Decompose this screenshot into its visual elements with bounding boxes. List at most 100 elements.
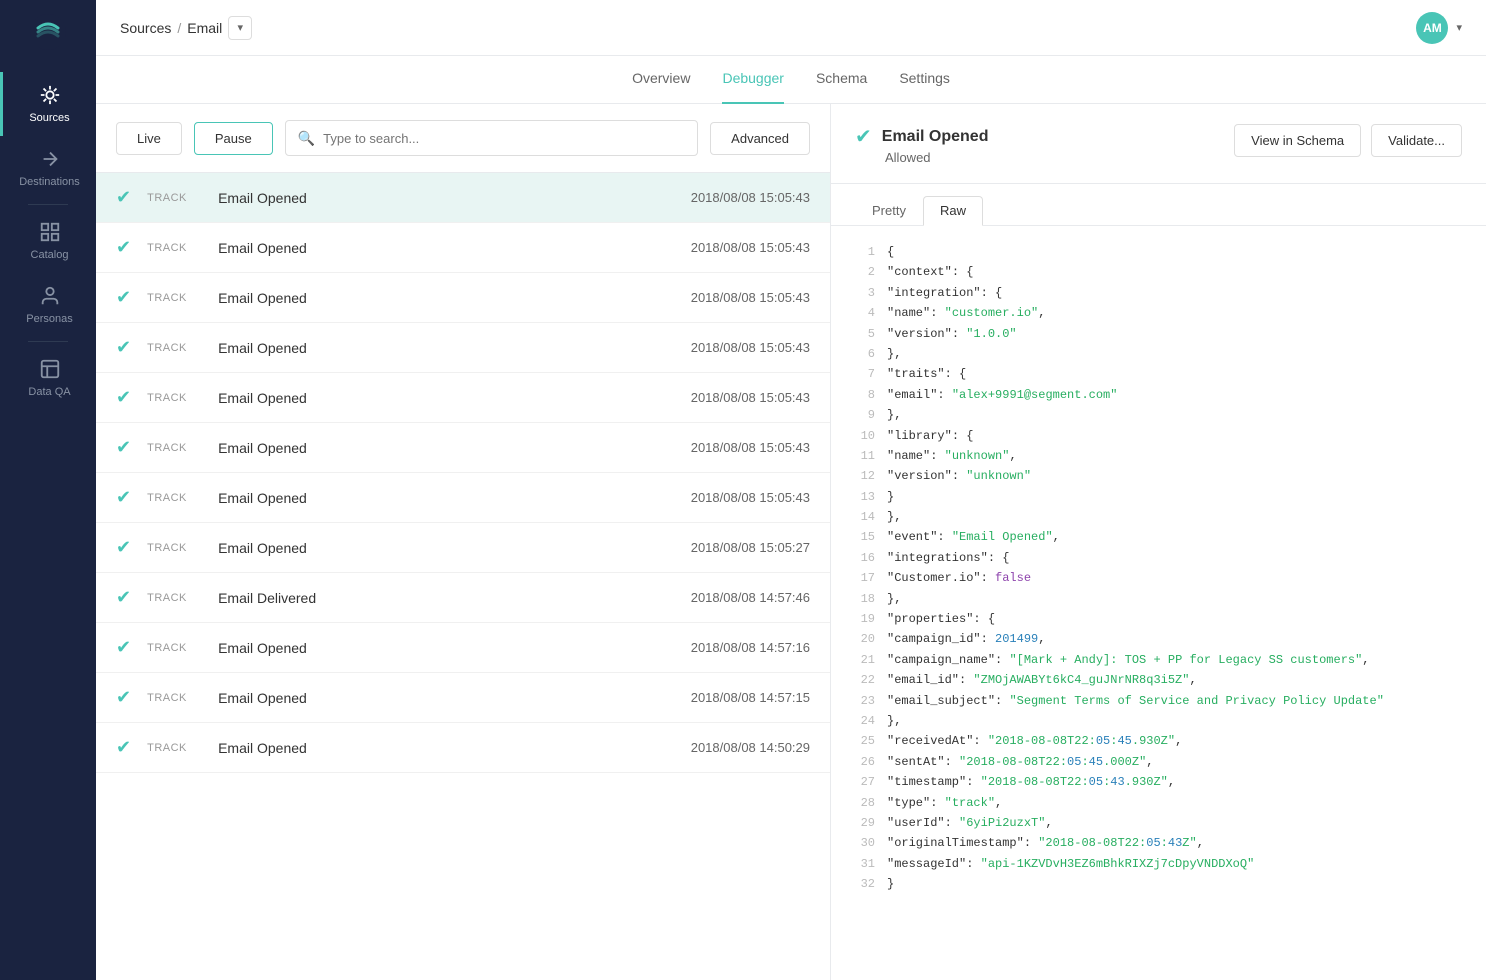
event-name: Email Opened	[218, 340, 675, 356]
user-chevron-icon[interactable]: ▾	[1456, 21, 1462, 34]
event-type: TRACK	[147, 592, 202, 604]
event-name: Email Delivered	[218, 590, 675, 606]
event-row[interactable]: ✔ TRACK Email Opened 2018/08/08 15:05:43	[96, 473, 830, 523]
event-type: TRACK	[147, 442, 202, 454]
tab-pretty[interactable]: Pretty	[855, 196, 923, 225]
tab-schema[interactable]: Schema	[816, 56, 867, 104]
user-section: AM ▾	[1416, 12, 1462, 44]
search-icon: 🔍	[298, 130, 315, 147]
search-wrapper: 🔍	[285, 120, 698, 156]
sidebar-divider-1	[28, 204, 68, 205]
event-name: Email Opened	[218, 390, 675, 406]
event-time: 2018/08/08 15:05:43	[691, 190, 810, 205]
json-line: 16 "integrations": {	[855, 548, 1462, 568]
event-row[interactable]: ✔ TRACK Email Opened 2018/08/08 15:05:43	[96, 173, 830, 223]
json-line: 10 "library": {	[855, 426, 1462, 446]
detail-check-icon: ✔	[855, 124, 872, 149]
json-line: 23 "email_subject": "Segment Terms of Se…	[855, 691, 1462, 711]
catalog-icon	[39, 221, 61, 243]
sidebar-item-data-qa[interactable]: Data QA	[0, 346, 96, 410]
breadcrumb-separator: /	[177, 20, 181, 36]
user-avatar[interactable]: AM	[1416, 12, 1448, 44]
event-row[interactable]: ✔ TRACK Email Opened 2018/08/08 14:57:16	[96, 623, 830, 673]
live-button[interactable]: Live	[116, 122, 182, 155]
event-type: TRACK	[147, 492, 202, 504]
json-line: 4 "name": "customer.io",	[855, 303, 1462, 323]
advanced-button[interactable]: Advanced	[710, 122, 810, 155]
event-row[interactable]: ✔ TRACK Email Opened 2018/08/08 15:05:43	[96, 323, 830, 373]
breadcrumb-sources-link[interactable]: Sources	[120, 20, 171, 36]
json-line: 12 "version": "unknown"	[855, 466, 1462, 486]
json-line: 19 "properties": {	[855, 609, 1462, 629]
sidebar-label-data-qa: Data QA	[28, 386, 70, 398]
sidebar-label-personas: Personas	[26, 313, 72, 325]
breadcrumb: Sources / Email ▾	[120, 16, 252, 40]
tab-debugger[interactable]: Debugger	[722, 56, 784, 104]
json-line: 22 "email_id": "ZMOjAWABYt6kC4_guJNrNR8q…	[855, 670, 1462, 690]
event-time: 2018/08/08 15:05:27	[691, 540, 810, 555]
json-line: 11 "name": "unknown",	[855, 446, 1462, 466]
event-time: 2018/08/08 15:05:43	[691, 390, 810, 405]
sidebar: Sources Destinations Catalog Personas Da…	[0, 0, 96, 980]
event-type: TRACK	[147, 342, 202, 354]
json-line: 3 "integration": {	[855, 283, 1462, 303]
event-name: Email Opened	[218, 190, 675, 206]
detail-event-name: Email Opened	[882, 128, 989, 146]
content-area: Live Pause 🔍 Advanced ✔ TRACK Email Open…	[96, 104, 1486, 980]
event-check-icon: ✔	[116, 337, 131, 358]
event-time: 2018/08/08 15:05:43	[691, 440, 810, 455]
event-row[interactable]: ✔ TRACK Email Opened 2018/08/08 15:05:43	[96, 223, 830, 273]
sidebar-item-destinations[interactable]: Destinations	[0, 136, 96, 200]
topbar: Sources / Email ▾ AM ▾	[96, 0, 1486, 56]
sidebar-divider-2	[28, 341, 68, 342]
json-line: 8 "email": "alex+9991@segment.com"	[855, 385, 1462, 405]
event-row[interactable]: ✔ TRACK Email Opened 2018/08/08 15:05:43	[96, 273, 830, 323]
detail-panel: ✔ Email Opened Allowed View in Schema Va…	[831, 104, 1486, 980]
event-time: 2018/08/08 15:05:43	[691, 240, 810, 255]
event-check-icon: ✔	[116, 687, 131, 708]
event-row[interactable]: ✔ TRACK Email Opened 2018/08/08 15:05:27	[96, 523, 830, 573]
sidebar-label-catalog: Catalog	[31, 249, 69, 261]
json-line: 25 "receivedAt": "2018-08-08T22:05:45.93…	[855, 731, 1462, 751]
json-line: 29 "userId": "6yiPi2uzxT",	[855, 813, 1462, 833]
event-row[interactable]: ✔ TRACK Email Opened 2018/08/08 14:50:29	[96, 723, 830, 773]
event-panel: Live Pause 🔍 Advanced ✔ TRACK Email Open…	[96, 104, 831, 980]
event-name: Email Opened	[218, 540, 675, 556]
event-time: 2018/08/08 15:05:43	[691, 490, 810, 505]
validate-button[interactable]: Validate...	[1371, 124, 1462, 157]
detail-actions: View in Schema Validate...	[1234, 124, 1462, 157]
detail-header: ✔ Email Opened Allowed View in Schema Va…	[831, 104, 1486, 184]
detail-title-section: ✔ Email Opened Allowed	[855, 124, 988, 167]
json-line: 18 },	[855, 589, 1462, 609]
event-name: Email Opened	[218, 690, 675, 706]
tab-raw[interactable]: Raw	[923, 196, 983, 226]
event-row[interactable]: ✔ TRACK Email Opened 2018/08/08 15:05:43	[96, 423, 830, 473]
json-line: 5 "version": "1.0.0"	[855, 324, 1462, 344]
tab-overview[interactable]: Overview	[632, 56, 690, 104]
event-check-icon: ✔	[116, 587, 131, 608]
sidebar-item-catalog[interactable]: Catalog	[0, 209, 96, 273]
json-line: 13 }	[855, 487, 1462, 507]
sidebar-item-personas[interactable]: Personas	[0, 273, 96, 337]
nav-tabs: Overview Debugger Schema Settings	[96, 56, 1486, 104]
tab-settings[interactable]: Settings	[899, 56, 950, 104]
view-in-schema-button[interactable]: View in Schema	[1234, 124, 1361, 157]
destinations-icon	[39, 148, 61, 170]
event-check-icon: ✔	[116, 437, 131, 458]
json-line: 1{	[855, 242, 1462, 262]
breadcrumb-dropdown-button[interactable]: ▾	[228, 16, 252, 40]
search-input[interactable]	[323, 131, 685, 146]
event-row[interactable]: ✔ TRACK Email Opened 2018/08/08 15:05:43	[96, 373, 830, 423]
event-name: Email Opened	[218, 290, 675, 306]
detail-tabs: Pretty Raw	[831, 184, 1486, 226]
event-check-icon: ✔	[116, 187, 131, 208]
json-line: 32}	[855, 874, 1462, 894]
sidebar-item-sources[interactable]: Sources	[0, 72, 96, 136]
event-check-icon: ✔	[116, 237, 131, 258]
event-type: TRACK	[147, 392, 202, 404]
event-time: 2018/08/08 14:57:46	[691, 590, 810, 605]
json-line: 27 "timestamp": "2018-08-08T22:05:43.930…	[855, 772, 1462, 792]
event-row[interactable]: ✔ TRACK Email Opened 2018/08/08 14:57:15	[96, 673, 830, 723]
pause-button[interactable]: Pause	[194, 122, 273, 155]
event-row[interactable]: ✔ TRACK Email Delivered 2018/08/08 14:57…	[96, 573, 830, 623]
